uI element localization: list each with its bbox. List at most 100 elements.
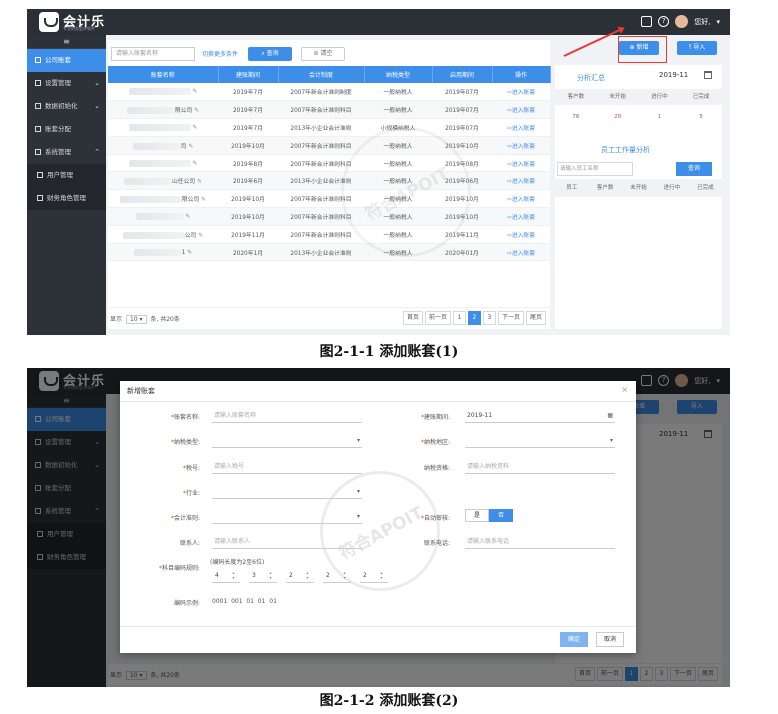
action-cell: ⇨进入账套 bbox=[492, 243, 550, 262]
col-period[interactable]: 建账期间 bbox=[218, 66, 279, 83]
col-tax[interactable]: 纳税类型 bbox=[364, 66, 433, 83]
sidebar-item-company-accounts[interactable]: 公司账套 bbox=[27, 49, 106, 72]
reset-button[interactable]: ⊘ 清空 bbox=[301, 47, 345, 61]
table-row: ✎ 2019年7月 2013年小企业会计准则 小规模纳税人 2019年07月 ⇨进入账套 bbox=[108, 118, 550, 137]
user-greeting[interactable]: 您好, bbox=[694, 17, 710, 27]
page-next[interactable]: 下一页 bbox=[497, 311, 524, 325]
sidebar-item-data-init[interactable]: 数据初始化⌄ bbox=[27, 95, 106, 118]
chevron-down-icon: ▾ bbox=[356, 513, 360, 520]
enter-account-link[interactable]: ⇨进入账套 bbox=[507, 162, 535, 168]
sidebar-item-roles[interactable]: 财务角色管理 bbox=[27, 187, 106, 210]
help-icon[interactable]: ? bbox=[658, 16, 670, 27]
auto-audit-label: *自动审核: bbox=[420, 515, 450, 522]
contact-input[interactable]: 请输入联系人 bbox=[212, 535, 362, 549]
menu-toggle-icon[interactable]: ≡ bbox=[27, 35, 106, 49]
enter-account-link[interactable]: ⇨进入账套 bbox=[507, 251, 535, 257]
code-level-2[interactable]: 3 bbox=[249, 570, 277, 583]
page-2[interactable]: 2 bbox=[467, 311, 481, 325]
auto-audit-toggle: 是 否 bbox=[465, 509, 513, 522]
audit-no-option[interactable]: 否 bbox=[489, 509, 513, 522]
page-prev[interactable]: 前一页 bbox=[424, 311, 451, 325]
tax-area-select[interactable]: ▾ bbox=[465, 434, 615, 448]
search-input[interactable]: 请输入账套名称 bbox=[111, 47, 195, 61]
table-row: ✎ 2019年7月 2007年新会计准则制度 一般纳税人 2019年07月 ⇨进入账套 bbox=[108, 83, 550, 102]
page-size-select[interactable]: 10 ▾ bbox=[125, 315, 147, 324]
tax-type-select[interactable]: ▾ bbox=[212, 434, 362, 448]
calendar-icon[interactable]: ▦ bbox=[607, 409, 613, 422]
period-input[interactable]: 2019-11 ▦ bbox=[465, 409, 615, 423]
account-panel: 请输入账套名称 切换更多条件 ⌕ 查询 ⊘ 清空 账套名称 建账期间 会计制度 … bbox=[108, 40, 551, 329]
sidebar-item-settings[interactable]: 设置管理⌄ bbox=[27, 72, 106, 95]
chevron-down-icon: ▾ bbox=[609, 437, 613, 444]
message-icon[interactable] bbox=[641, 16, 653, 27]
redacted-name bbox=[123, 178, 172, 186]
enter-account-link[interactable]: ⇨进入账套 bbox=[507, 108, 535, 114]
edit-icon[interactable]: ✎ bbox=[192, 160, 197, 167]
col-system[interactable]: 会计制度 bbox=[278, 66, 365, 83]
edit-icon[interactable]: ✎ bbox=[185, 213, 190, 220]
edit-icon[interactable]: ✎ bbox=[192, 88, 197, 95]
enter-account-link[interactable]: ⇨进入账套 bbox=[507, 233, 535, 239]
edit-icon[interactable]: ✎ bbox=[192, 124, 197, 131]
system-select[interactable]: ▾ bbox=[212, 510, 362, 524]
col-name[interactable]: 账套名称 bbox=[108, 66, 219, 83]
tax-no-input[interactable]: 请输入税号 bbox=[212, 460, 362, 474]
advanced-search-link[interactable]: 切换更多条件 bbox=[202, 49, 238, 58]
tax-cert-input[interactable]: 请输入纳税资料 bbox=[465, 460, 615, 474]
account-name-cell: 限公司 ✎ bbox=[108, 189, 218, 209]
enter-account-link[interactable]: ⇨进入账套 bbox=[507, 126, 535, 132]
brand-subtitle: 专业财务会计软件 bbox=[63, 26, 95, 31]
enter-account-link[interactable]: ⇨进入账套 bbox=[507, 215, 535, 221]
enter-account-link[interactable]: ⇨进入账套 bbox=[507, 144, 535, 150]
redacted-name bbox=[128, 159, 191, 167]
employee-query-button[interactable]: 查询 bbox=[676, 162, 712, 176]
edit-icon[interactable]: ✎ bbox=[188, 143, 193, 150]
phone-input[interactable]: 请输入联系电话 bbox=[465, 535, 615, 549]
table-row: 公司 ✎ 2019年11月 2007年新会计准则科目 一般纳税人 2019年11月 ⇨进入… bbox=[108, 225, 550, 244]
employee-search-input[interactable]: 请输入员工名称 bbox=[557, 162, 633, 176]
system-label: *会计准则: bbox=[170, 515, 200, 522]
sidebar-item-allocation[interactable]: 账套分配 bbox=[27, 118, 106, 141]
period-cell: 2019年7月 bbox=[218, 118, 278, 137]
code-example-label: 编码示例: bbox=[173, 600, 200, 607]
month-picker[interactable]: 2019-11 bbox=[659, 71, 688, 79]
code-level-3[interactable]: 2 bbox=[286, 570, 314, 583]
account-name-cell: ✎ bbox=[108, 83, 218, 102]
enter-account-link[interactable]: ⇨进入账套 bbox=[507, 179, 535, 185]
edit-icon[interactable]: ✎ bbox=[187, 249, 192, 256]
period-cell: 2019年10月 bbox=[218, 207, 278, 226]
page-first[interactable]: 首页 bbox=[402, 311, 423, 325]
confirm-button[interactable]: 确定 bbox=[560, 632, 588, 647]
enter-account-link[interactable]: ⇨进入账套 bbox=[507, 90, 535, 96]
edit-icon[interactable]: ✎ bbox=[201, 196, 206, 203]
enter-account-link[interactable]: ⇨进入账套 bbox=[507, 197, 535, 203]
avatar[interactable] bbox=[675, 15, 689, 28]
tax-area-label: *纳税地区: bbox=[420, 439, 450, 446]
code-level-4[interactable]: 2 bbox=[323, 570, 351, 583]
edit-icon[interactable]: ✎ bbox=[194, 107, 199, 114]
sidebar-item-users[interactable]: 用户管理 bbox=[27, 164, 106, 187]
table-row: ✎ 2019年10月 2007年新会计准则科目 一般纳税人 2019年10月 ⇨进入账套 bbox=[108, 207, 550, 226]
col-start[interactable]: 启用期间 bbox=[432, 66, 493, 83]
edit-icon[interactable]: ✎ bbox=[197, 178, 202, 185]
edit-icon[interactable]: ✎ bbox=[198, 232, 203, 239]
query-button[interactable]: ⌕ 查询 bbox=[248, 47, 292, 61]
calendar-icon[interactable] bbox=[704, 71, 712, 79]
industry-select[interactable]: ▾ bbox=[212, 485, 362, 499]
import-button[interactable]: ⤒ 导入 bbox=[677, 41, 717, 55]
sidebar-item-system[interactable]: 系统管理⌃ bbox=[27, 141, 106, 164]
account-table: 账套名称 建账期间 会计制度 纳税类型 启用期间 操作 ✎ 2019年7月 2007… bbox=[108, 66, 551, 262]
page-3[interactable]: 3 bbox=[482, 311, 496, 325]
code-level-1[interactable]: 4 bbox=[212, 570, 240, 583]
system-cell: 2013年小企业会计准则 bbox=[278, 243, 364, 262]
audit-yes-option[interactable]: 是 bbox=[465, 509, 489, 522]
cancel-button[interactable]: 取消 bbox=[596, 632, 624, 647]
code-level-5[interactable]: 2 bbox=[360, 570, 388, 583]
page-1[interactable]: 1 bbox=[452, 311, 466, 325]
account-name-input[interactable]: 请输入账套名称 bbox=[212, 409, 362, 423]
chevron-down-icon[interactable]: ▾ bbox=[716, 18, 720, 26]
close-icon[interactable]: × bbox=[621, 385, 628, 394]
sidebar: ≡ 公司账套 设置管理⌄ 数据初始化⌄ 账套分配 系统管理⌃ 用户管理 财务角色… bbox=[27, 35, 106, 335]
page-last[interactable]: 尾页 bbox=[525, 311, 546, 325]
start-cell: 2019年07月 bbox=[432, 118, 492, 137]
